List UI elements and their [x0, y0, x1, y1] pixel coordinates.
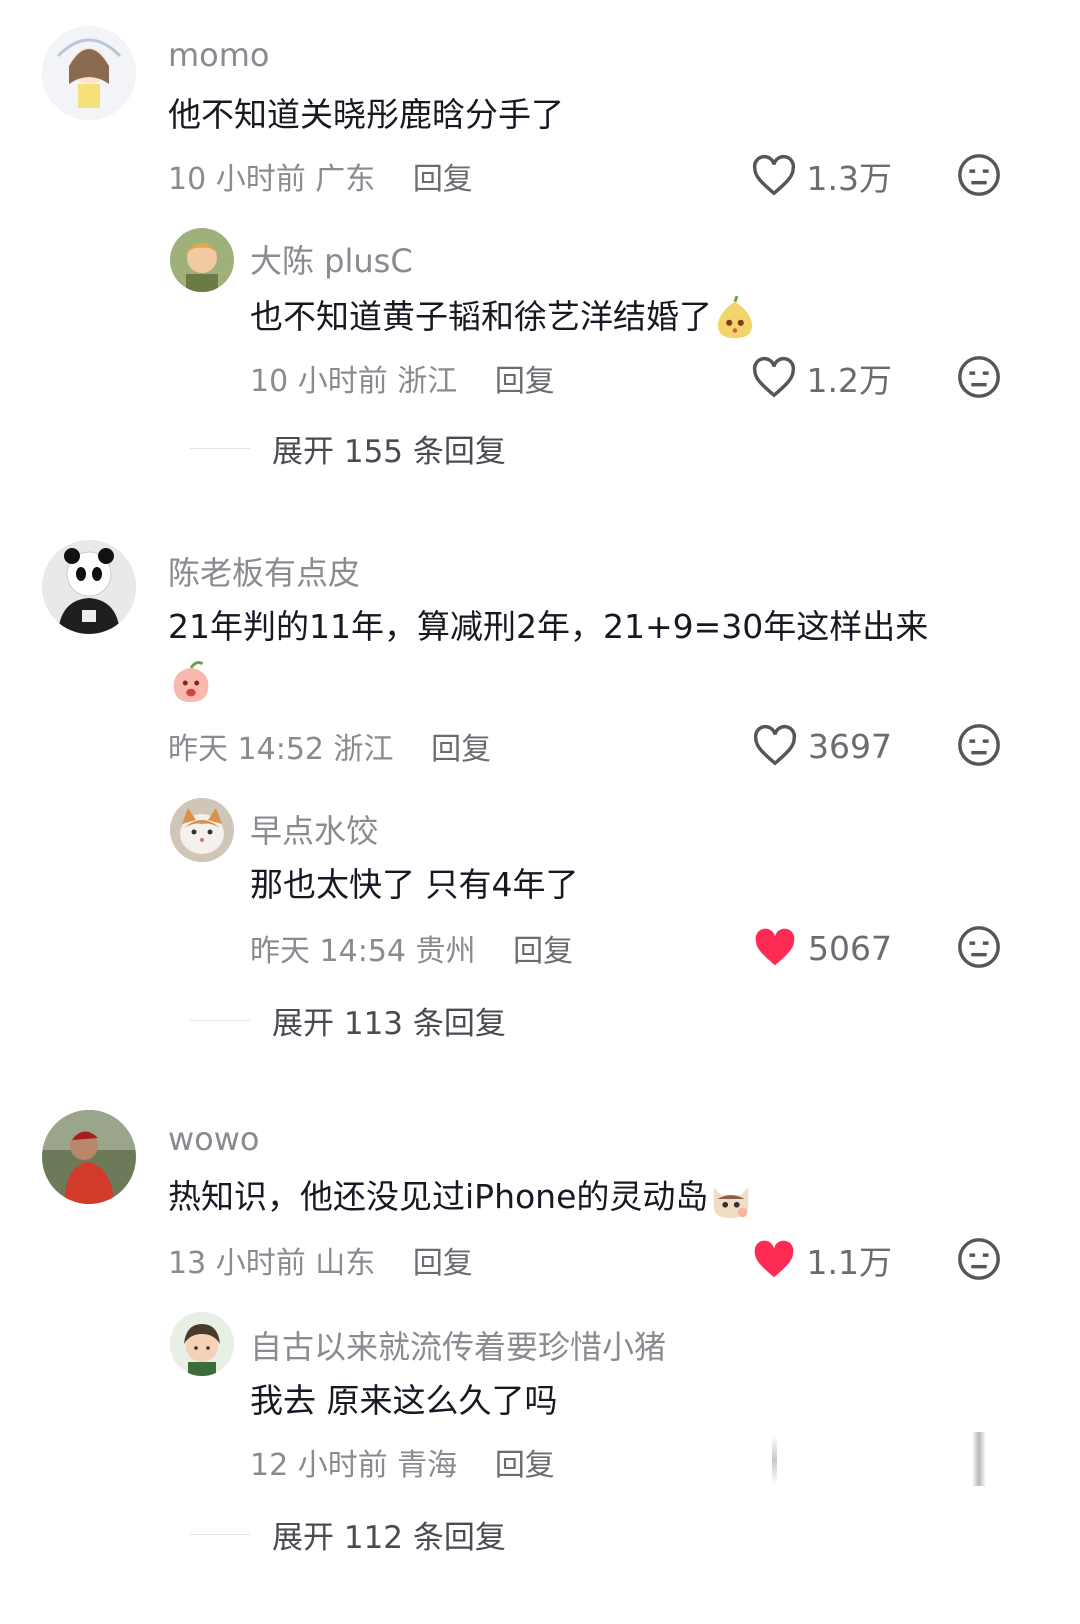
comment-time: 13 小时前	[168, 1246, 306, 1281]
like-button-placeholder	[772, 1436, 777, 1484]
avatar[interactable]	[170, 798, 234, 862]
like-button[interactable]: 5067	[752, 924, 892, 972]
comment-meta: 昨天 14:54 贵州 回复	[250, 926, 573, 970]
comment-location: 浙江	[397, 364, 458, 399]
expand-replies-label: 展开 112 条回复	[272, 1520, 506, 1556]
comment-time: 昨天 14:52	[168, 732, 324, 767]
dislike-button-placeholder	[972, 1432, 986, 1486]
username[interactable]: 大陈 plusC	[250, 236, 413, 282]
comment-text: 也不知道黄子韬和徐艺洋结婚了	[250, 288, 758, 346]
like-count: 1.2万	[806, 361, 892, 400]
comment-meta: 10 小时前 广东 回复	[168, 154, 473, 198]
expand-replies-button[interactable]: 展开 113 条回复	[190, 998, 506, 1043]
dislike-face-icon[interactable]	[956, 354, 1002, 400]
avatar[interactable]	[42, 540, 136, 634]
comment-location: 山东	[315, 1246, 376, 1281]
heart-filled-icon	[755, 928, 795, 966]
like-button[interactable]: 3697	[752, 722, 892, 770]
reply-button[interactable]: 回复	[413, 1246, 473, 1281]
comment-meta: 10 小时前 浙江 回复	[250, 356, 555, 400]
comment-location: 广东	[315, 162, 376, 197]
reply-button[interactable]: 回复	[495, 1448, 555, 1483]
comment-time: 昨天 14:54	[250, 934, 406, 969]
comment-time: 10 小时前	[250, 364, 388, 399]
comment-meta: 13 小时前 山东 回复	[168, 1238, 473, 1282]
like-button[interactable]: 1.3万	[751, 152, 892, 200]
dislike-face-icon[interactable]	[956, 152, 1002, 198]
dislike-face-icon[interactable]	[956, 924, 1002, 970]
avatar[interactable]	[170, 1312, 234, 1376]
heart-outline-icon	[753, 724, 797, 766]
username[interactable]: 自古以来就流传着要珍惜小猪	[250, 1322, 666, 1368]
heart-outline-icon	[752, 356, 795, 398]
comment-location: 浙江	[333, 732, 394, 767]
divider	[190, 448, 250, 449]
reply-button[interactable]: 回复	[431, 732, 491, 767]
cat-emoji-icon	[714, 1187, 749, 1218]
like-button[interactable]: 1.1万	[751, 1236, 892, 1284]
comment-location: 贵州	[415, 934, 476, 969]
dislike-face-icon[interactable]	[956, 1236, 1002, 1282]
dislike-face-icon[interactable]	[956, 722, 1002, 768]
comment-meta: 昨天 14:52 浙江 回复	[168, 724, 491, 768]
heart-filled-icon	[754, 1240, 793, 1278]
reply-button[interactable]: 回复	[495, 364, 555, 399]
comment-text-content: 热知识，他还没见过iPhone的灵动岛	[168, 1177, 709, 1216]
reply-button[interactable]: 回复	[513, 934, 573, 969]
divider	[190, 1020, 250, 1021]
like-count: 5067	[808, 928, 892, 968]
like-count: 1.1万	[806, 1243, 892, 1282]
peach-emoji-icon	[173, 661, 209, 703]
expand-replies-button[interactable]: 展开 112 条回复	[190, 1512, 506, 1557]
comment-text: 21年判的11年，算减刑2年，21+9=30年这样出来	[168, 607, 929, 646]
comment-text: 热知识，他还没见过iPhone的灵动岛	[168, 1168, 754, 1226]
pear-emoji-icon	[717, 295, 753, 338]
expand-replies-button[interactable]: 展开 155 条回复	[190, 426, 506, 471]
avatar[interactable]	[42, 26, 136, 120]
expand-replies-label: 展开 113 条回复	[272, 1006, 506, 1042]
avatar[interactable]	[42, 1110, 136, 1204]
reply-button[interactable]: 回复	[413, 162, 473, 197]
username[interactable]: 早点水饺	[250, 806, 378, 852]
heart-outline-icon	[752, 154, 795, 196]
comment-location: 青海	[397, 1448, 458, 1483]
like-count: 1.3万	[806, 159, 892, 198]
comment-text-content: 也不知道黄子韬和徐艺洋结婚了	[250, 297, 712, 336]
comment-text: 那也太快了 只有4年了	[250, 865, 579, 904]
username[interactable]: momo	[168, 36, 270, 74]
comment-time: 10 小时前	[168, 162, 306, 197]
username[interactable]: wowo	[168, 1120, 260, 1158]
expand-replies-label: 展开 155 条回复	[272, 434, 506, 470]
divider	[190, 1534, 250, 1535]
username[interactable]: 陈老板有点皮	[168, 548, 360, 594]
comment-text: 我去 原来这么久了吗	[250, 1381, 558, 1420]
comment-time: 12 小时前	[250, 1448, 388, 1483]
comment-text: 他不知道关晓彤鹿晗分手了	[168, 95, 564, 134]
like-count: 3697	[808, 726, 892, 766]
avatar[interactable]	[170, 228, 234, 292]
comment-meta: 12 小时前 青海 回复	[250, 1440, 555, 1484]
like-button[interactable]: 1.2万	[751, 354, 892, 402]
